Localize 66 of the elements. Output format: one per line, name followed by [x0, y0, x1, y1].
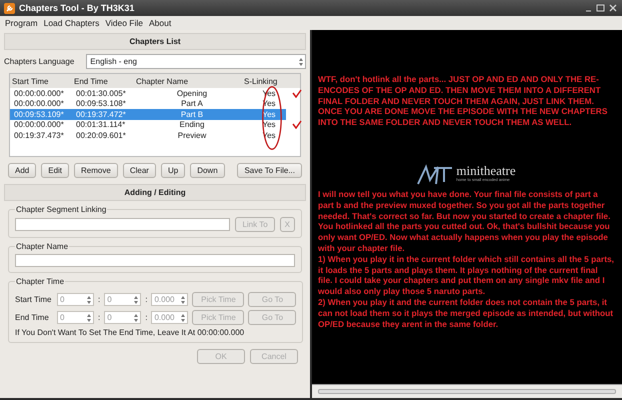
table-cell-text: 00:20:09.601*	[76, 130, 127, 140]
menu-item[interactable]: About	[146, 18, 174, 28]
wrench-icon	[4, 2, 15, 14]
spin-arrows-icon[interactable]	[297, 56, 305, 66]
column-header[interactable]: Start Time	[12, 76, 74, 86]
toolbar-button[interactable]: Up	[160, 163, 186, 178]
table-cell-text: Ending	[178, 120, 206, 130]
column-header[interactable]: Chapter Name	[136, 76, 244, 86]
spin-arrows-icon[interactable]	[179, 294, 188, 304]
table-cell-text: 00:00:00.000*	[14, 99, 65, 108]
group-label: Chapter Segment Linking	[15, 205, 108, 214]
window-title: Chapters Tool - By TH3K31	[19, 3, 136, 13]
table-cell-text: 00:01:30.005*	[76, 88, 127, 98]
table-cell-text: 00:19:37.472*	[76, 110, 127, 119]
column-header[interactable]: S-Linking	[244, 76, 304, 86]
menu-item[interactable]: Load Chapters	[40, 18, 102, 28]
table-cell-text: Part B	[180, 110, 204, 119]
time-label: End Time	[15, 313, 50, 322]
table-cell-text: 00:09:53.109*	[14, 110, 65, 119]
circle-annotation	[262, 86, 282, 150]
language-dropdown[interactable]: English - eng	[86, 54, 306, 69]
logo-mark-icon	[416, 164, 454, 186]
toolbar-button[interactable]: Save To File...	[237, 163, 302, 178]
menu-item[interactable]: Program	[2, 18, 41, 28]
segment-input-field[interactable]	[15, 218, 230, 231]
section-header: Adding / Editing	[4, 184, 306, 201]
table-cell-text: 00:19:37.473*	[14, 130, 65, 140]
separator-text: :	[145, 295, 148, 304]
spin-arrows-icon[interactable]	[179, 312, 188, 322]
logo-text: minitheatre	[456, 164, 516, 177]
annotation-text: WTF, don't hotlink all the parts... JUST OP AND ED AND ONLY THE RE-ENCODES OF THE OP AND ED. THEN MOVE THEM INTO A DIFFERENT FINAL FOLDER AND NEVER TOUCH THEM AGAIN, JUST LINK THEM. ONCE YOU ARE DONE MOVE THE EPISODE WITH THE NEW CHAPTERS INTO THE SAME FOLDER AND NEVER TOUCH THEM AS WELL.	[318, 74, 608, 128]
chapter-row[interactable]: 00:00:00.000* 00:01:31.114* Ending Yes	[10, 120, 286, 130]
table-cell-text: Preview	[176, 130, 208, 140]
separator-text: :	[145, 313, 148, 322]
menu-item[interactable]: Video File	[102, 18, 146, 28]
table-cell-text: 00:00:00.000*	[14, 88, 65, 98]
language-label: Chapters Language	[4, 57, 74, 66]
column-header[interactable]: End Time	[74, 76, 136, 86]
spin-arrows-icon[interactable]	[132, 294, 140, 304]
table-cell-text: 00:09:53.108*	[76, 99, 127, 108]
table-cell-text: 00:00:00.000*	[14, 120, 65, 130]
group-label: Chapter Time	[15, 277, 66, 286]
table-cell-text: Opening	[176, 88, 208, 98]
spin-arrows-icon[interactable]	[85, 312, 93, 322]
toolbar-button[interactable]: Down	[190, 163, 225, 178]
toolbar-button[interactable]: Clear	[122, 163, 156, 178]
time-label: Start Time	[15, 295, 52, 304]
table-cell-text: Part A	[180, 99, 204, 108]
group-label: Chapter Name	[15, 242, 70, 251]
chapter-name-field[interactable]	[15, 254, 295, 267]
table-cell-text: Yes	[261, 120, 277, 130]
table-cell-text: 00:01:31.114*	[76, 120, 126, 130]
window-controls-icon[interactable]	[584, 4, 618, 12]
separator-text: :	[98, 295, 100, 304]
toolbar-button[interactable]: Add	[8, 163, 36, 178]
hint-text: If You Don't Want To Set The End Time, Leave It At 00:00:00.000	[15, 328, 246, 337]
annotation-text: I will now tell you what you have done. Your final file consists of part a part b and the preview muxed together. So you got all the parts together needed. That's correct so far. But now you started to create a chapter file. You hotlinked all the parts you cutted out. Ok, that's bullshit because you only want OP/ED. Now what actually happens when you play the episode with your chapter file.	[318, 188, 612, 254]
annotation-text: 2) When you play it and the current folder does not contain the 5 parts, it can not load them so it plays the merged episode as intended, but without OP/ED because they arent in the same folder.	[318, 296, 614, 330]
spin-arrows-icon[interactable]	[85, 294, 93, 304]
toolbar-button[interactable]: Remove	[74, 163, 118, 178]
section-header: Chapters List	[4, 33, 306, 50]
annotation-text: 1) When you play it in the current folder which still contains all the 5 parts, it loads the 5 parts and plays them. It plays nothing of the current final file. I could take your chapters and put them on any single mkv file and I would also only play those 5 naruto parts.	[318, 254, 614, 297]
separator-text: :	[98, 313, 100, 322]
spin-arrows-icon[interactable]	[132, 312, 140, 322]
table-cell-text: Yes	[261, 110, 277, 119]
toolbar-button[interactable]: Edit	[41, 163, 70, 178]
